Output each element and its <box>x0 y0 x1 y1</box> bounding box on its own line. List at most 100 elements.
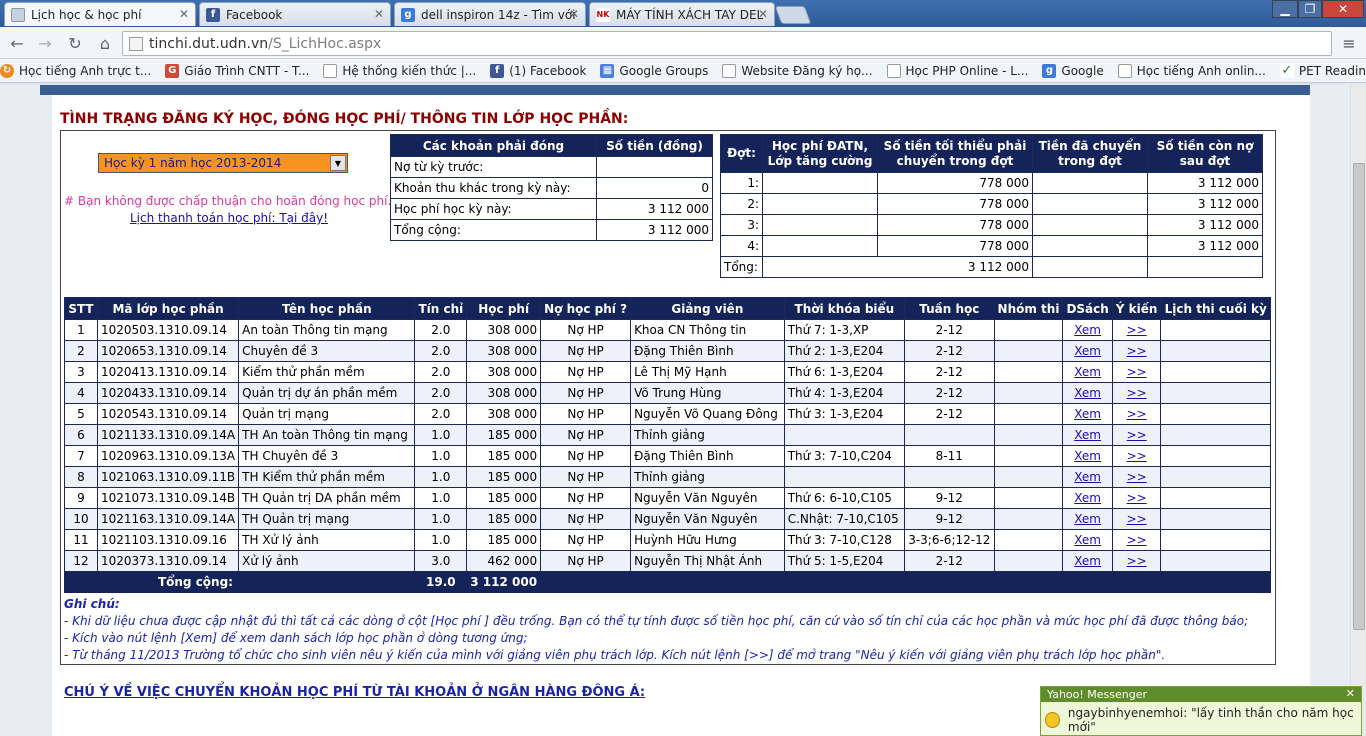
close-icon[interactable]: ✕ <box>758 7 768 21</box>
view-list-link[interactable]: Xem <box>1074 533 1101 547</box>
bookmark-item[interactable]: Hệ thống kiến thức |... <box>323 63 476 78</box>
course-debt: Nợ HP <box>540 487 632 509</box>
scrollbar-thumb[interactable] <box>1353 163 1365 630</box>
course-credits: 2.0 <box>414 361 468 383</box>
page-icon <box>1117 63 1132 78</box>
course-code: 1020543.1310.09.14 <box>96 403 240 425</box>
bookmark-item[interactable]: ↻ Học tiếng Anh trực t... <box>0 63 151 78</box>
feedback-link[interactable]: >> <box>1127 491 1147 505</box>
feedback-link[interactable]: >> <box>1127 428 1147 442</box>
course-group <box>993 508 1064 530</box>
reload-icon[interactable]: ↻ <box>64 32 86 54</box>
feedback-link[interactable]: >> <box>1127 533 1147 547</box>
bookmark-item[interactable]: G Giáo Trình CNTT - T... <box>165 63 310 78</box>
col-header: Mã lớp học phần <box>96 297 240 320</box>
payment-schedule-link[interactable]: Lịch thanh toán học phí: Tại đây! <box>130 211 328 225</box>
feedback-link[interactable]: >> <box>1127 323 1147 337</box>
feedback-link[interactable]: >> <box>1127 386 1147 400</box>
bookmark-label: PET Reading Part 1 (... <box>1298 63 1366 78</box>
close-icon[interactable]: ✕ <box>179 7 189 21</box>
back-icon[interactable]: ← <box>6 32 28 54</box>
bookmark-item[interactable]: ▦ Google Groups <box>600 63 708 78</box>
view-list-link[interactable]: Xem <box>1074 512 1101 526</box>
view-list-link[interactable]: Xem <box>1074 344 1101 358</box>
view-list-link[interactable]: Xem <box>1074 491 1101 505</box>
feedback-link[interactable]: >> <box>1127 449 1147 463</box>
installment-stage: 1: <box>720 172 763 194</box>
col-header: Học phí <box>466 297 542 320</box>
course-weeks: 9-12 <box>904 508 995 530</box>
feedback-link[interactable]: >> <box>1127 512 1147 526</box>
course-lecturer: Võ Trung Hùng <box>630 382 785 404</box>
view-list-link[interactable]: Xem <box>1074 470 1101 484</box>
table-row: 2 1020653.1310.09.14 Chuyên đề 3 2.0 308 000… <box>64 340 1271 362</box>
chevron-down-icon[interactable]: ▼ <box>330 155 346 171</box>
course-fee: 185 000 <box>466 466 542 488</box>
course-lecturer: Khoa CN Thông tin <box>630 319 785 341</box>
tab-google-search[interactable]: g dell inspiron 14z - Tìm với ✕ <box>394 2 586 26</box>
course-schedule: Thứ 3: 1-3,E204 <box>783 403 906 425</box>
course-fee: 308 000 <box>466 340 542 362</box>
home-icon[interactable]: ⌂ <box>94 32 116 54</box>
view-list-link[interactable]: Xem <box>1074 323 1101 337</box>
minimize-icon[interactable]: ▁ <box>1272 0 1298 18</box>
forward-icon[interactable]: → <box>34 32 56 54</box>
course-stt: 6 <box>64 424 98 446</box>
view-list-link[interactable]: Xem <box>1074 365 1101 379</box>
bookmark-item[interactable]: ✓ PET Reading Part 1 (... <box>1279 63 1366 78</box>
feedback-link[interactable]: >> <box>1127 470 1147 484</box>
feedback-link[interactable]: >> <box>1127 344 1147 358</box>
note-line: - Từ tháng 11/2013 Trường tổ chức cho si… <box>64 648 1166 662</box>
new-tab-button[interactable] <box>774 6 812 24</box>
bookmark-item[interactable]: Học tiếng Anh onlin... <box>1117 63 1266 78</box>
course-stt: 9 <box>64 487 98 509</box>
tab-facebook[interactable]: f Facebook ✕ <box>199 2 391 26</box>
feedback-link[interactable]: >> <box>1127 554 1147 568</box>
popup-message[interactable]: ngaybinhyenemhoi: "lấy tinh thần cho năm… <box>1045 706 1361 734</box>
window-close-icon[interactable]: ✕ <box>1322 0 1364 18</box>
view-list-link[interactable]: Xem <box>1074 386 1101 400</box>
installment-total-label: Tổng: <box>720 256 763 278</box>
course-group <box>993 529 1064 551</box>
course-fee: 308 000 <box>466 403 542 425</box>
restore-icon[interactable]: ❐ <box>1298 0 1322 18</box>
view-list-link[interactable]: Xem <box>1074 407 1101 421</box>
table-row: Khoản thu khác trong kỳ này: 0 <box>390 177 713 199</box>
feedback-link[interactable]: >> <box>1127 365 1147 379</box>
tab-lich-hoc[interactable]: Lịch học & học phí ✕ <box>4 2 196 26</box>
course-code: 1020653.1310.09.14 <box>96 340 240 362</box>
course-total-label: Tổng cộng: <box>96 571 416 593</box>
vertical-scrollbar[interactable] <box>1350 85 1366 736</box>
installment-min: 778 000 <box>877 214 1033 236</box>
bookmark-item[interactable]: f (1) Facebook <box>490 63 586 78</box>
col-header: Nhóm thi <box>993 297 1064 320</box>
col-header: Thời khóa biểu <box>783 297 906 320</box>
yahoo-messenger-popup[interactable]: Yahoo! Messenger ✕ ngaybinhyenemhoi: "lấ… <box>1040 686 1362 736</box>
course-fee: 185 000 <box>466 508 542 530</box>
message-text: ngaybinhyenemhoi: "lấy tinh thần cho năm… <box>1067 706 1354 734</box>
view-list-link[interactable]: Xem <box>1074 554 1101 568</box>
course-schedule: Thứ 2: 1-3,E204 <box>783 340 906 362</box>
table-row: 2: 778 000 3 112 000 <box>720 193 1263 215</box>
view-list-link[interactable]: Xem <box>1074 449 1101 463</box>
table-row: 12 1020373.1310.09.14 Xử lý ảnh 3.0 462 000 N… <box>64 550 1271 572</box>
feedback-link[interactable]: >> <box>1127 407 1147 421</box>
bookmark-item[interactable]: g Google <box>1042 63 1104 78</box>
installment-debt: 3 112 000 <box>1147 193 1263 215</box>
fee-value: 3 112 000 <box>596 219 713 241</box>
view-list-link[interactable]: Xem <box>1074 428 1101 442</box>
close-icon[interactable]: ✕ <box>569 7 579 21</box>
bookmark-item[interactable]: Học PHP Online - L... <box>886 63 1028 78</box>
installment-paid <box>1032 214 1148 236</box>
tab-may-tinh[interactable]: NK MÁY TÍNH XÁCH TAY DEL ✕ <box>589 2 775 26</box>
semester-select[interactable]: Học kỳ 1 năm học 2013-2014 ▼ <box>98 153 348 173</box>
menu-icon[interactable]: ≡ <box>1338 32 1360 54</box>
close-icon[interactable]: ✕ <box>1346 687 1355 700</box>
address-bar[interactable]: tinchi.dut.udn.vn/S_LichHoc.aspx <box>122 31 1332 56</box>
feedback-cell: >> <box>1111 487 1162 509</box>
bookmark-label: Giáo Trình CNTT - T... <box>184 63 310 78</box>
course-exam <box>1160 508 1271 530</box>
close-icon[interactable]: ✕ <box>374 7 384 21</box>
note-line: - Kích vào nút lệnh [Xem] để xem danh sá… <box>64 631 528 645</box>
bookmark-item[interactable]: Website Đăng ký họ... <box>722 63 873 78</box>
